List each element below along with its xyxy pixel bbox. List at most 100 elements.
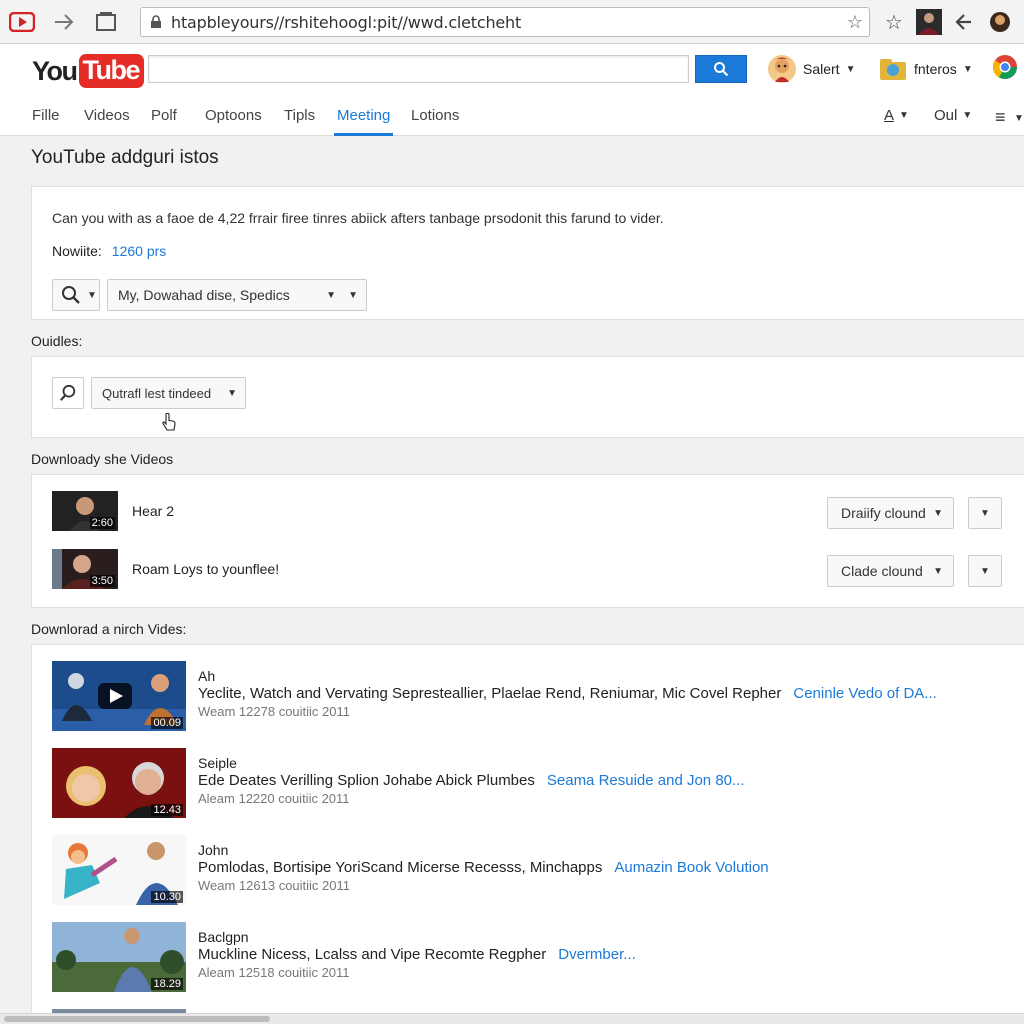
search-input[interactable]	[148, 55, 689, 83]
video-author: John	[198, 842, 229, 858]
duration-badge: 2:60	[89, 517, 115, 529]
download-more-button[interactable]: ▼	[968, 555, 1002, 587]
extension-star-icon[interactable]: ☆	[880, 8, 908, 36]
page-title: YouTube addguri istos	[31, 147, 219, 168]
tab-tips[interactable]: Tipls	[284, 107, 315, 136]
video-thumbnail[interactable]: 00.09	[52, 661, 186, 731]
search-button[interactable]	[695, 55, 747, 83]
url-text[interactable]: htapbleyours//rshitehoogl:pit//wwd.cletc…	[171, 13, 521, 32]
chrome-logo-icon[interactable]	[992, 54, 1018, 80]
extension-avatar-icon[interactable]	[986, 8, 1014, 36]
chevron-down-icon: ▼	[1014, 113, 1024, 124]
address-bar[interactable]: htapbleyours//rshitehoogl:pit//wwd.cletc…	[140, 7, 870, 37]
download-row: 2:60 Hear 2 Draiify clound ▼ ▼	[52, 491, 1012, 531]
download-label: Downloady she Videos	[31, 451, 174, 467]
chevron-down-icon: ▼	[980, 565, 990, 577]
video-thumbnail[interactable]: 12.43	[52, 748, 186, 818]
format-select[interactable]: My, Dowahad dise, Spedics ▼ ▼	[107, 279, 367, 311]
hamburger-menu-icon[interactable]: ≡	[995, 107, 1006, 128]
bookmark-star-icon[interactable]: ☆	[847, 12, 863, 33]
list-label: Downlorad a nirch Vides:	[31, 621, 187, 637]
tab-polf[interactable]: Polf	[151, 107, 177, 136]
search-icon	[714, 62, 729, 77]
video-text: Seiple Ede Deates Verilling Splion Johab…	[198, 754, 1018, 807]
horizontal-scrollbar[interactable]	[0, 1013, 1024, 1024]
video-description-line: Pomlodas, Bortisipe YoriScand Micerse Re…	[198, 859, 1018, 877]
video-link[interactable]: Dvermber...	[558, 946, 636, 963]
text-format-icon: A	[884, 107, 895, 124]
youtube-logo[interactable]: You Tube	[32, 54, 144, 88]
video-text: John Pomlodas, Bortisipe YoriScand Micer…	[198, 841, 1018, 894]
nowite-label: Nowiite:	[52, 243, 102, 259]
chevron-down-icon: ▼	[326, 289, 336, 301]
text-format-menu[interactable]: A ▼	[884, 107, 909, 124]
download-row: 3:50 Roam Loys to younflee! Clade clound…	[52, 549, 1012, 589]
video-description-line: Yeclite, Watch and Vervating Sepresteall…	[198, 685, 1018, 703]
video-author: Baclgpn	[198, 929, 249, 945]
video-thumbnail[interactable]: 10.30	[52, 835, 186, 905]
video-thumbnail[interactable]: 18.29	[52, 922, 186, 992]
video-meta: Aleam 12220 couitiic 2011	[198, 791, 350, 806]
quality-select-value: Qutrafl lest tindeed	[102, 385, 212, 401]
tab-videos[interactable]: Videos	[84, 107, 130, 136]
tab-lotions[interactable]: Lotions	[411, 107, 459, 136]
profile-photo-icon[interactable]	[915, 8, 943, 36]
duration-badge: 10.30	[151, 891, 183, 903]
video-link[interactable]: Ceninle Vedo of DA...	[793, 685, 936, 702]
list-item: 18.29 Baclgpn Muckline Nicess, Lcalss an…	[52, 922, 1012, 992]
video-author: Ah	[198, 668, 216, 684]
video-list-card: 00.09 Ah Yeclite, Watch and Vervating Se…	[31, 644, 1024, 1024]
account-menu-2[interactable]: fnteros ▼	[878, 54, 973, 84]
list-item: 10.30 John Pomlodas, Bortisipe YoriScand…	[52, 835, 1012, 905]
list-item: 00.09 Ah Yeclite, Watch and Vervating Se…	[52, 661, 1012, 731]
video-description-line: Ede Deates Verilling Splion Johabe Abick…	[198, 772, 1018, 790]
account-menu-1[interactable]: Salert ▼	[767, 54, 855, 84]
folder-avatar-icon	[880, 59, 906, 80]
download-action-label: Clade clound	[841, 563, 923, 579]
download-more-button[interactable]: ▼	[968, 497, 1002, 529]
video-description-line: Muckline Nicess, Lcalss and Vipe Recomte…	[198, 946, 1018, 964]
quality-select[interactable]: Qutrafl lest tindeed ▼	[91, 377, 246, 409]
download-title: Hear 2	[132, 503, 175, 519]
duration-badge: 00.09	[151, 717, 183, 729]
download-thumbnail[interactable]: 3:50	[52, 549, 118, 589]
quality-search-button[interactable]	[52, 377, 84, 409]
video-description[interactable]: Ede Deates Verilling Splion Johabe Abick…	[198, 772, 535, 789]
chevron-down-icon: ▼	[899, 110, 909, 121]
format-select-value: My, Dowahad dise, Spedics	[118, 287, 290, 303]
oudles-label: Ouidles:	[31, 333, 83, 349]
chevron-down-icon: ▼	[962, 63, 973, 75]
chevron-down-icon: ▼	[962, 110, 973, 121]
oul-menu[interactable]: Oul ▼	[934, 107, 972, 124]
download-action-select[interactable]: Draiify clound ▼	[827, 497, 954, 529]
info-text: Can you with as a faoe de 4,22 frrair fi…	[52, 210, 664, 226]
forward-icon[interactable]	[50, 8, 78, 36]
chevron-down-icon: ▼	[933, 507, 943, 519]
download-thumbnail[interactable]: 2:60	[52, 491, 118, 531]
tab-file[interactable]: Fille	[32, 107, 60, 136]
scrollbar-thumb[interactable]	[4, 1016, 270, 1022]
browser-logo-icon[interactable]	[8, 8, 36, 36]
video-description[interactable]: Pomlodas, Bortisipe YoriScand Micerse Re…	[198, 859, 602, 876]
video-meta: Weam 12613 couitiic 2011	[198, 878, 351, 893]
download-action-select[interactable]: Clade clound ▼	[827, 555, 954, 587]
video-text: Ah Yeclite, Watch and Vervating Sepreste…	[198, 667, 1018, 720]
video-link[interactable]: Seama Resuide and Jon 80...	[547, 772, 745, 789]
video-description[interactable]: Yeclite, Watch and Vervating Sepresteall…	[198, 685, 781, 702]
logo-tube-text: Tube	[78, 54, 144, 88]
tool-icon[interactable]	[950, 8, 978, 36]
hand-cursor-icon	[162, 412, 176, 438]
download-card: 2:60 Hear 2 Draiify clound ▼ ▼ 3:50 Roam…	[31, 474, 1024, 608]
oul-label: Oul	[934, 107, 958, 124]
tab-meeting[interactable]: Meeting	[334, 107, 394, 136]
quality-card: Qutrafl lest tindeed ▼	[31, 356, 1024, 438]
video-meta: Weam 12278 couitiic 2011	[198, 704, 351, 719]
tab-options[interactable]: Optoons	[205, 107, 262, 136]
video-link[interactable]: Aumazin Book Volution	[614, 859, 768, 876]
window-icon[interactable]	[92, 8, 120, 36]
search-options-button[interactable]: ▼	[52, 279, 100, 311]
duration-badge: 12.43	[151, 804, 183, 816]
logo-you-text: You	[32, 55, 78, 86]
chevron-down-icon: ▼	[348, 289, 358, 301]
video-description[interactable]: Muckline Nicess, Lcalss and Vipe Recomte…	[198, 946, 546, 963]
